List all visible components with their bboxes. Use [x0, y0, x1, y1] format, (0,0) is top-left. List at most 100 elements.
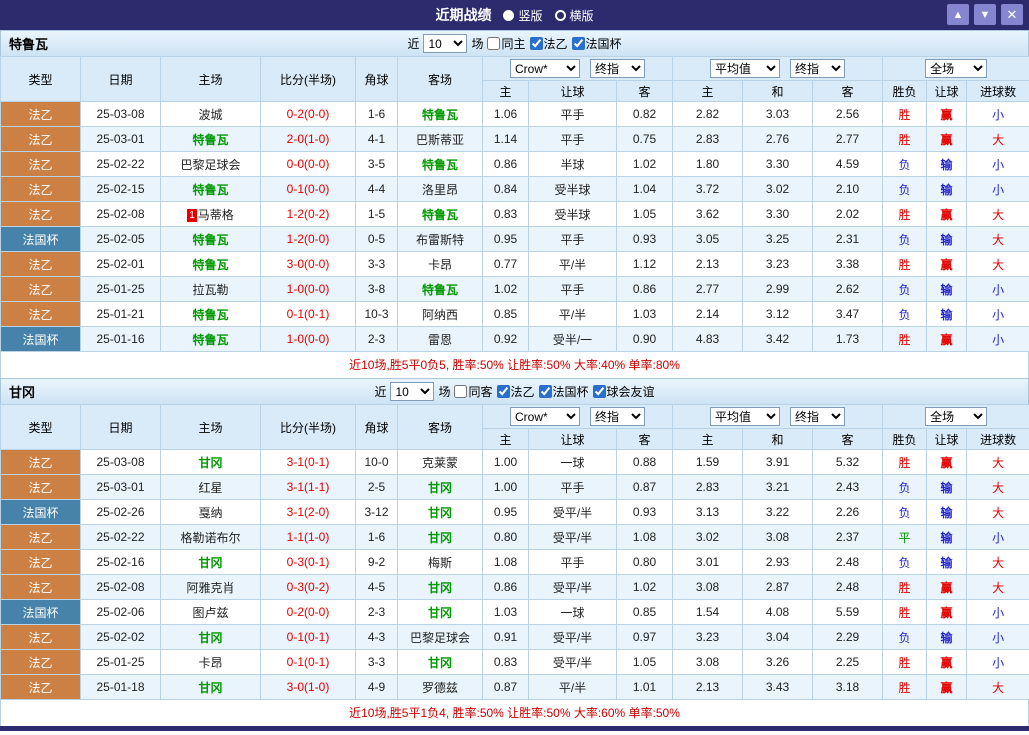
- filter-checkbox-ligue2[interactable]: 法乙: [530, 35, 568, 52]
- filter-checkbox-same-away[interactable]: 同客: [454, 383, 492, 400]
- goals-cell: 大: [967, 475, 1029, 500]
- filter-checkbox-club-friendly[interactable]: 球会友谊: [593, 383, 655, 400]
- corner-cell: 2-3: [356, 600, 398, 625]
- checkbox-ligue2[interactable]: [530, 37, 543, 50]
- subcol-result: 胜负: [883, 81, 927, 102]
- score-cell: 1-1(1-0): [261, 525, 356, 550]
- checkbox-coupe-de-france[interactable]: [572, 37, 585, 50]
- filter-suffix-label: 场: [471, 35, 483, 52]
- filter-checkbox-ligue2[interactable]: 法乙: [497, 383, 535, 400]
- avg-stage-select[interactable]: 终指: [790, 59, 845, 78]
- score-cell: 0-2(0-0): [261, 600, 356, 625]
- results-table: 类型 日期 主场 比分(半场) 角球 客场 Crow* 终指 平均值: [0, 56, 1029, 352]
- checkbox-ligue2[interactable]: [497, 385, 510, 398]
- corner-cell: 10-3: [356, 302, 398, 327]
- odds-stage-select[interactable]: 终指: [590, 407, 645, 426]
- layout-option-horizontal[interactable]: 横版: [555, 7, 594, 24]
- result-cell: 胜: [883, 450, 927, 475]
- away-odds-cell: 0.75: [617, 127, 673, 152]
- avg-away-cell: 2.62: [813, 277, 883, 302]
- result-cell: 胜: [883, 650, 927, 675]
- score-cell: 0-3(0-1): [261, 550, 356, 575]
- avg-home-cell: 2.13: [673, 252, 743, 277]
- home-odds-cell: 0.87: [483, 675, 529, 700]
- scope-select[interactable]: 全场: [925, 59, 987, 78]
- away-team-cell: 巴黎足球会: [398, 625, 483, 650]
- home-team-name: 拉瓦勒: [192, 283, 228, 297]
- checkbox-club-friendly[interactable]: [593, 385, 606, 398]
- col-header-type: 类型: [1, 405, 81, 450]
- move-up-button[interactable]: ▲: [947, 4, 969, 25]
- avg-home-cell: 2.14: [673, 302, 743, 327]
- odds-source-select[interactable]: Crow*: [510, 407, 580, 426]
- away-team-name: 布雷斯特: [416, 233, 464, 247]
- avg-source-select[interactable]: 平均值: [710, 407, 780, 426]
- home-team-name: 图卢兹: [192, 606, 228, 620]
- date-cell: 25-02-06: [81, 600, 161, 625]
- score-cell: 1-0(0-0): [261, 277, 356, 302]
- close-button[interactable]: ✕: [1001, 4, 1023, 25]
- recent-count-select[interactable]: 10: [423, 34, 467, 53]
- away-odds-cell: 0.93: [617, 227, 673, 252]
- away-team-name: 特鲁瓦: [422, 283, 458, 297]
- goals-cell: 大: [967, 500, 1029, 525]
- home-team-cell: 特鲁瓦: [161, 127, 261, 152]
- move-down-button[interactable]: ▼: [974, 4, 996, 25]
- scope-select[interactable]: 全场: [925, 407, 987, 426]
- subcol-avg-away: 客: [813, 81, 883, 102]
- filter-checkbox-coupe-de-france[interactable]: 法国杯: [572, 35, 622, 52]
- result-cell: 胜: [883, 202, 927, 227]
- goals-cell: 小: [967, 650, 1029, 675]
- layout-option-vertical[interactable]: 竖版: [503, 7, 542, 24]
- home-odds-cell: 0.95: [483, 227, 529, 252]
- competition-cell: 法乙: [1, 675, 81, 700]
- date-cell: 25-02-26: [81, 500, 161, 525]
- result-row: 法国杯25-01-16特鲁瓦1-0(0-0)2-3雷恩0.92受半/一0.904…: [1, 327, 1029, 352]
- competition-cell: 法国杯: [1, 600, 81, 625]
- corner-cell: 3-3: [356, 252, 398, 277]
- checkbox-same-away[interactable]: [454, 385, 467, 398]
- home-team-name: 红星: [198, 481, 222, 495]
- checkbox-coupe-de-france[interactable]: [539, 385, 552, 398]
- avg-draw-cell: 3.43: [743, 675, 813, 700]
- team-section-troyes: 特鲁瓦 近10场同主法乙法国杯 类型 日期 主场 比分(半场) 角球 客场: [0, 30, 1029, 378]
- handicap-cell: 平/半: [529, 675, 617, 700]
- avg-odds-header-group: 平均值 终指: [673, 405, 883, 429]
- subcol-avg-home: 主: [673, 81, 743, 102]
- odds-stage-select[interactable]: 终指: [590, 59, 645, 78]
- checkbox-same-home[interactable]: [487, 37, 500, 50]
- odds-source-select[interactable]: Crow*: [510, 59, 580, 78]
- avg-draw-cell: 4.08: [743, 600, 813, 625]
- score-cell: 0-3(0-2): [261, 575, 356, 600]
- section-header-bar: 特鲁瓦 近10场同主法乙法国杯: [0, 30, 1029, 56]
- col-header-type: 类型: [1, 57, 81, 102]
- avg-home-cell: 3.08: [673, 650, 743, 675]
- corner-cell: 1-6: [356, 525, 398, 550]
- date-cell: 25-02-08: [81, 202, 161, 227]
- competition-cell: 法乙: [1, 152, 81, 177]
- avg-stage-select[interactable]: 终指: [790, 407, 845, 426]
- filter-checkbox-same-home[interactable]: 同主: [487, 35, 525, 52]
- result-cell: 胜: [883, 575, 927, 600]
- away-team-cell: 克莱蒙: [398, 450, 483, 475]
- competition-cell: 法乙: [1, 650, 81, 675]
- away-team-name: 梅斯: [428, 556, 452, 570]
- away-team-name: 特鲁瓦: [422, 158, 458, 172]
- corner-cell: 3-3: [356, 650, 398, 675]
- filter-checkbox-coupe-de-france[interactable]: 法国杯: [539, 383, 589, 400]
- col-header-corner: 角球: [356, 57, 398, 102]
- page-title: 近期战绩: [435, 5, 491, 25]
- handicap-cell: 平手: [529, 127, 617, 152]
- corner-cell: 1-5: [356, 202, 398, 227]
- result-row: 法国杯25-02-06图卢兹0-2(0-0)2-3甘冈1.03一球0.851.5…: [1, 600, 1029, 625]
- recent-count-select[interactable]: 10: [390, 382, 434, 401]
- avg-away-cell: 2.25: [813, 650, 883, 675]
- result-row: 法乙25-02-02甘冈0-1(0-1)4-3巴黎足球会0.91受平/半0.97…: [1, 625, 1029, 650]
- home-team-cell: 图卢兹: [161, 600, 261, 625]
- goals-cell: 大: [967, 127, 1029, 152]
- avg-away-cell: 2.29: [813, 625, 883, 650]
- away-odds-cell: 0.97: [617, 625, 673, 650]
- avg-source-select[interactable]: 平均值: [710, 59, 780, 78]
- result-row: 法乙25-02-22巴黎足球会0-0(0-0)3-5特鲁瓦0.86半球1.021…: [1, 152, 1029, 177]
- result-cell: 平: [883, 525, 927, 550]
